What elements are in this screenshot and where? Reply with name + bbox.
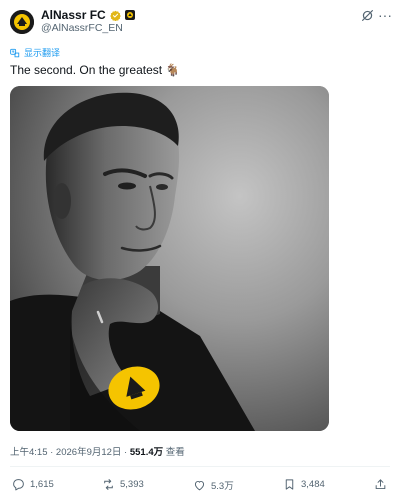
divider (10, 466, 390, 467)
grok-icon[interactable] (360, 8, 374, 22)
share-icon (375, 479, 386, 490)
retweet-button[interactable]: 5,393 (102, 478, 144, 491)
tweet-card: AlNassr FC @AlNassrFC_EN ··· 显示翻译 The se… (0, 0, 400, 500)
more-options-icon[interactable]: ··· (378, 7, 392, 23)
reply-button[interactable]: 1,615 (12, 478, 54, 491)
player-portrait-image (10, 86, 329, 431)
bookmark-count: 3,484 (301, 479, 325, 490)
verified-badge-icon (109, 10, 121, 21)
translate-icon (10, 48, 20, 57)
al-nassr-logo-icon (10, 10, 34, 34)
tweet-meta: 上午4:15 · 2026年9月12日 · 551.4万 查看 (10, 444, 185, 458)
retweet-count: 5,393 (120, 479, 144, 490)
name-row: AlNassr FC (41, 8, 135, 22)
tweet-photo[interactable] (10, 86, 329, 431)
heart-icon (194, 480, 205, 490)
bookmark-icon (285, 479, 294, 490)
account-handle[interactable]: @AlNassrFC_EN (41, 22, 123, 34)
show-translation-link[interactable]: 显示翻译 (10, 46, 60, 59)
share-button[interactable] (374, 478, 387, 491)
like-button[interactable]: 5.3万 (193, 478, 234, 492)
display-name[interactable]: AlNassr FC (41, 8, 106, 22)
tweet-timestamp[interactable]: 上午4:15 · 2026年9月12日 · (10, 447, 130, 458)
account-avatar[interactable] (10, 10, 34, 34)
show-translation-label: 显示翻译 (24, 48, 61, 58)
like-count: 5.3万 (211, 481, 234, 492)
views-label: 查看 (163, 447, 185, 458)
tweet-text: The second. On the greatest 🐐 (10, 63, 181, 77)
retweet-icon (104, 479, 113, 490)
reply-icon (13, 479, 24, 491)
views-count: 551.4万 (129, 447, 164, 458)
affiliation-badge-icon[interactable] (124, 10, 135, 20)
reply-count: 1,615 (30, 479, 54, 490)
bookmark-button[interactable]: 3,484 (283, 478, 325, 491)
